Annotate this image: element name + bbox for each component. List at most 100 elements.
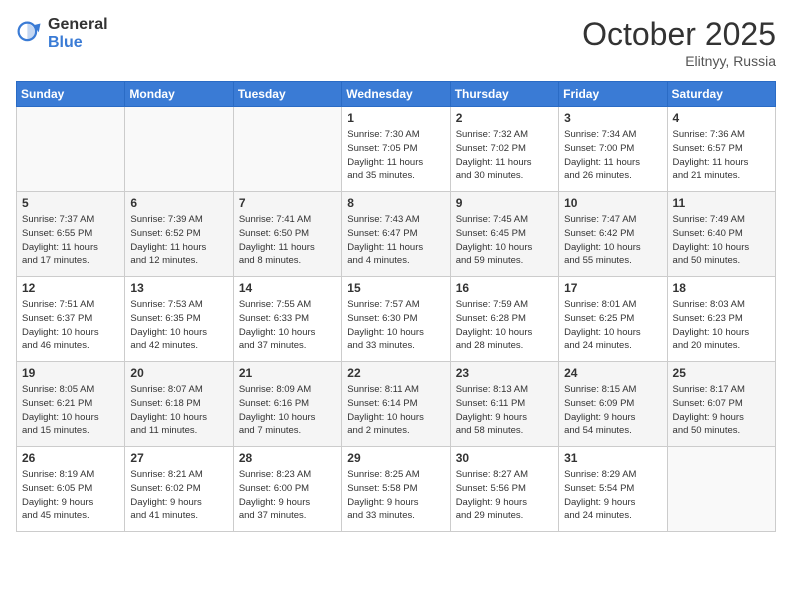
day-info: Sunrise: 7:30 AM Sunset: 7:05 PM Dayligh… [347, 128, 444, 183]
calendar-cell: 14Sunrise: 7:55 AM Sunset: 6:33 PM Dayli… [233, 277, 341, 362]
col-tuesday: Tuesday [233, 82, 341, 107]
logo-blue-text: Blue [48, 34, 108, 52]
day-number: 29 [347, 451, 444, 465]
day-info: Sunrise: 8:05 AM Sunset: 6:21 PM Dayligh… [22, 383, 119, 438]
calendar-cell [233, 107, 341, 192]
logo-general-text: General [48, 16, 108, 34]
day-info: Sunrise: 8:03 AM Sunset: 6:23 PM Dayligh… [673, 298, 770, 353]
col-monday: Monday [125, 82, 233, 107]
day-number: 10 [564, 196, 661, 210]
day-number: 5 [22, 196, 119, 210]
day-info: Sunrise: 8:07 AM Sunset: 6:18 PM Dayligh… [130, 383, 227, 438]
day-number: 3 [564, 111, 661, 125]
col-saturday: Saturday [667, 82, 775, 107]
day-number: 11 [673, 196, 770, 210]
calendar-cell: 18 Sunrise: 8:03 AM Sunset: 6:23 PM Dayli… [667, 277, 775, 362]
calendar-cell: 21Sunrise: 8:09 AM Sunset: 6:16 PM Dayli… [233, 362, 341, 447]
day-info: Sunrise: 8:21 AM Sunset: 6:02 PM Dayligh… [130, 468, 227, 523]
day-number: 31 [564, 451, 661, 465]
calendar-cell: 10 Sunrise: 7:47 AM Sunset: 6:42 PM Dayli… [559, 192, 667, 277]
location: Elitnyy, Russia [582, 53, 776, 69]
day-number: 17 [564, 281, 661, 295]
day-number: 25 [673, 366, 770, 380]
calendar-week-2: 5 Sunrise: 7:37 AM Sunset: 6:55 PM Daylig… [17, 192, 776, 277]
day-number: 26 [22, 451, 119, 465]
day-info: Sunrise: 8:15 AM Sunset: 6:09 PM Dayligh… [564, 383, 661, 438]
header-row: Sunday Monday Tuesday Wednesday Thursday… [17, 82, 776, 107]
day-number: 1 [347, 111, 444, 125]
logo-text: General Blue [48, 16, 108, 51]
day-info: Sunrise: 7:41 AM Sunset: 6:50 PM Dayligh… [239, 213, 336, 268]
day-number: 9 [456, 196, 553, 210]
calendar-cell: 17 Sunrise: 8:01 AM Sunset: 6:25 PM Dayli… [559, 277, 667, 362]
day-number: 15 [347, 281, 444, 295]
calendar-cell: 7 Sunrise: 7:41 AM Sunset: 6:50 PM Daylig… [233, 192, 341, 277]
day-number: 13 [130, 281, 227, 295]
calendar-body: 1 Sunrise: 7:30 AM Sunset: 7:05 PM Daylig… [17, 107, 776, 532]
calendar-cell [17, 107, 125, 192]
calendar-week-3: 12 Sunrise: 7:51 AM Sunset: 6:37 PM Dayli… [17, 277, 776, 362]
day-info: Sunrise: 7:49 AM Sunset: 6:40 PM Dayligh… [673, 213, 770, 268]
calendar-cell: 31 Sunrise: 8:29 AM Sunset: 5:54 PM Dayli… [559, 447, 667, 532]
day-info: Sunrise: 7:59 AM Sunset: 6:28 PM Dayligh… [456, 298, 553, 353]
day-info: Sunrise: 8:23 AM Sunset: 6:00 PM Dayligh… [239, 468, 336, 523]
day-info: Sunrise: 8:13 AM Sunset: 6:11 PM Dayligh… [456, 383, 553, 438]
calendar-cell: 26 Sunrise: 8:19 AM Sunset: 6:05 PM Dayli… [17, 447, 125, 532]
col-wednesday: Wednesday [342, 82, 450, 107]
calendar-cell: 27 Sunrise: 8:21 AM Sunset: 6:02 PM Dayli… [125, 447, 233, 532]
day-info: Sunrise: 7:37 AM Sunset: 6:55 PM Dayligh… [22, 213, 119, 268]
calendar-cell: 12 Sunrise: 7:51 AM Sunset: 6:37 PM Dayli… [17, 277, 125, 362]
day-info: Sunrise: 7:45 AM Sunset: 6:45 PM Dayligh… [456, 213, 553, 268]
calendar-cell: 6 Sunrise: 7:39 AM Sunset: 6:52 PM Daylig… [125, 192, 233, 277]
calendar-week-1: 1 Sunrise: 7:30 AM Sunset: 7:05 PM Daylig… [17, 107, 776, 192]
day-number: 7 [239, 196, 336, 210]
day-number: 22 [347, 366, 444, 380]
day-number: 20 [130, 366, 227, 380]
day-number: 18 [673, 281, 770, 295]
calendar-header: Sunday Monday Tuesday Wednesday Thursday… [17, 82, 776, 107]
col-thursday: Thursday [450, 82, 558, 107]
logo-icon [16, 20, 44, 48]
calendar-cell: 29 Sunrise: 8:25 AM Sunset: 5:58 PM Dayli… [342, 447, 450, 532]
day-info: Sunrise: 8:29 AM Sunset: 5:54 PM Dayligh… [564, 468, 661, 523]
day-number: 12 [22, 281, 119, 295]
day-info: Sunrise: 7:32 AM Sunset: 7:02 PM Dayligh… [456, 128, 553, 183]
day-info: Sunrise: 8:11 AM Sunset: 6:14 PM Dayligh… [347, 383, 444, 438]
calendar-cell: 16 Sunrise: 7:59 AM Sunset: 6:28 PM Dayli… [450, 277, 558, 362]
calendar-cell: 23Sunrise: 8:13 AM Sunset: 6:11 PM Dayli… [450, 362, 558, 447]
calendar-cell [125, 107, 233, 192]
day-info: Sunrise: 7:57 AM Sunset: 6:30 PM Dayligh… [347, 298, 444, 353]
calendar-cell: 25Sunrise: 8:17 AM Sunset: 6:07 PM Dayli… [667, 362, 775, 447]
calendar-cell: 9 Sunrise: 7:45 AM Sunset: 6:45 PM Daylig… [450, 192, 558, 277]
day-number: 21 [239, 366, 336, 380]
calendar-cell: 4 Sunrise: 7:36 AM Sunset: 6:57 PM Daylig… [667, 107, 775, 192]
day-info: Sunrise: 7:39 AM Sunset: 6:52 PM Dayligh… [130, 213, 227, 268]
calendar-cell: 5 Sunrise: 7:37 AM Sunset: 6:55 PM Daylig… [17, 192, 125, 277]
day-info: Sunrise: 7:36 AM Sunset: 6:57 PM Dayligh… [673, 128, 770, 183]
day-info: Sunrise: 7:34 AM Sunset: 7:00 PM Dayligh… [564, 128, 661, 183]
month-title: October 2025 [582, 16, 776, 53]
day-number: 19 [22, 366, 119, 380]
day-number: 8 [347, 196, 444, 210]
day-number: 16 [456, 281, 553, 295]
day-info: Sunrise: 8:19 AM Sunset: 6:05 PM Dayligh… [22, 468, 119, 523]
calendar-cell: 28Sunrise: 8:23 AM Sunset: 6:00 PM Dayli… [233, 447, 341, 532]
calendar-table: Sunday Monday Tuesday Wednesday Thursday… [16, 81, 776, 532]
col-sunday: Sunday [17, 82, 125, 107]
day-number: 24 [564, 366, 661, 380]
calendar-cell: 8 Sunrise: 7:43 AM Sunset: 6:47 PM Daylig… [342, 192, 450, 277]
day-info: Sunrise: 8:25 AM Sunset: 5:58 PM Dayligh… [347, 468, 444, 523]
day-info: Sunrise: 7:51 AM Sunset: 6:37 PM Dayligh… [22, 298, 119, 353]
day-number: 6 [130, 196, 227, 210]
calendar-cell [667, 447, 775, 532]
calendar-cell: 11 Sunrise: 7:49 AM Sunset: 6:40 PM Dayli… [667, 192, 775, 277]
day-info: Sunrise: 8:01 AM Sunset: 6:25 PM Dayligh… [564, 298, 661, 353]
day-number: 2 [456, 111, 553, 125]
day-info: Sunrise: 7:47 AM Sunset: 6:42 PM Dayligh… [564, 213, 661, 268]
day-number: 27 [130, 451, 227, 465]
day-number: 4 [673, 111, 770, 125]
calendar-cell: 3 Sunrise: 7:34 AM Sunset: 7:00 PM Daylig… [559, 107, 667, 192]
calendar-cell: 13Sunrise: 7:53 AM Sunset: 6:35 PM Dayli… [125, 277, 233, 362]
day-info: Sunrise: 7:43 AM Sunset: 6:47 PM Dayligh… [347, 213, 444, 268]
day-number: 30 [456, 451, 553, 465]
